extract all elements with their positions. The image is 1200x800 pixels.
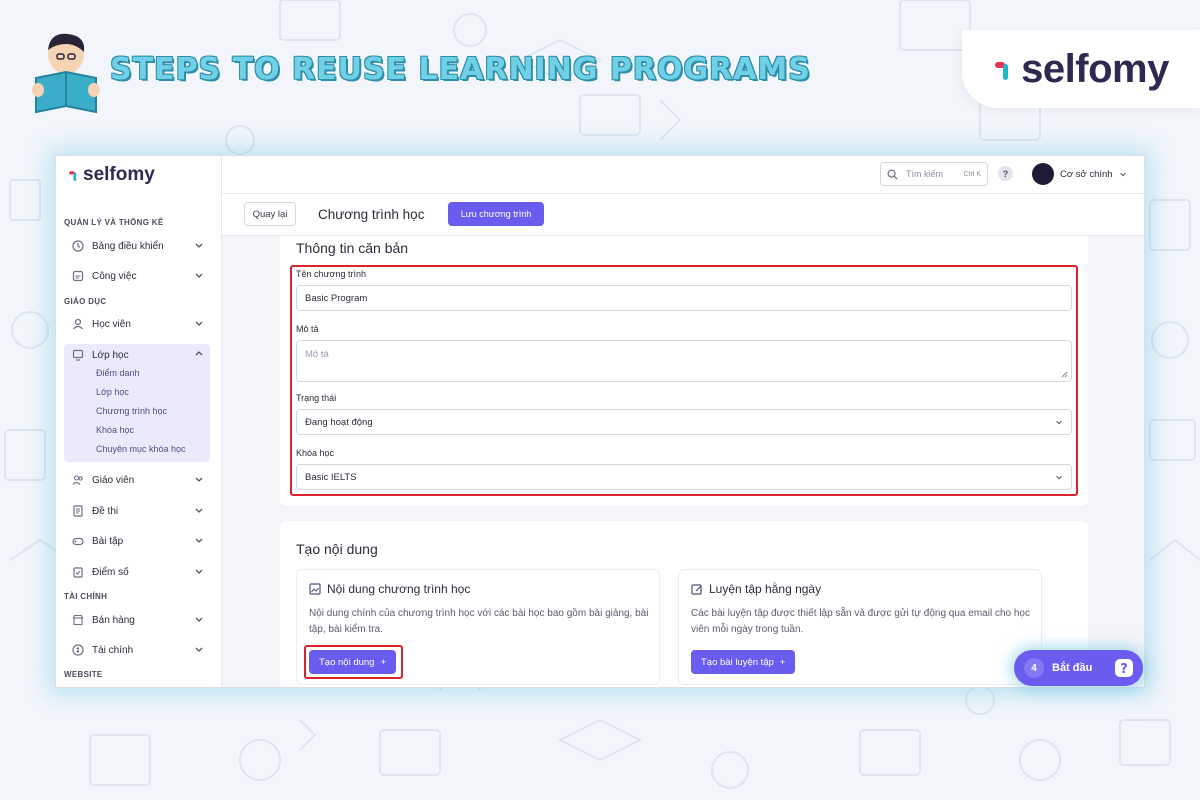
avatar xyxy=(1032,163,1054,185)
sidebar-section-management: QUẢN LÝ VÀ THỐNG KÊ xyxy=(64,218,164,227)
topbar: Tìm kiếm Ctrl K ? Cơ sở chính xyxy=(222,156,1144,194)
sidebar-item-students[interactable]: Học viên xyxy=(64,313,210,335)
sidebar-item-dashboard[interactable]: Bảng điều khiển xyxy=(64,235,210,257)
exam-document-icon xyxy=(71,505,84,518)
sidebar-item-label: Điểm số xyxy=(92,566,129,578)
sidebar-item-label: Bài tập xyxy=(92,535,124,547)
sidebar-item-tasks[interactable]: Công việc xyxy=(64,265,210,287)
sidebar-subitem-attendance[interactable]: Điểm danh xyxy=(96,368,140,378)
page-title: Chương trình học xyxy=(318,207,425,222)
sidebar-item-label: Tài chính xyxy=(92,644,134,656)
sidebar-item-scores[interactable]: Điểm số xyxy=(64,561,210,583)
search-placeholder: Tìm kiếm xyxy=(906,169,943,179)
sidebar-logo[interactable]: selfomy xyxy=(68,164,155,186)
basic-info-card: Thông tin căn bản Tên chương trình Basic… xyxy=(280,236,1088,506)
sidebar-item-exercises[interactable]: Bài tập xyxy=(64,530,210,552)
create-content-card: Tạo nội dung Nội dung chương trình học N… xyxy=(280,521,1088,687)
store-icon xyxy=(71,614,84,627)
action-bar: Quay lại Chương trình học Lưu chương trì… xyxy=(222,194,1144,236)
gamepad-icon xyxy=(71,535,84,548)
sidebar-item-classes[interactable]: Lớp học xyxy=(64,344,210,366)
sidebar-item-teachers[interactable]: Giáo viên xyxy=(64,469,210,491)
chevron-up-icon xyxy=(195,351,203,356)
chevron-down-icon xyxy=(1119,172,1126,177)
daily-practice-heading: Luyện tập hằng ngày xyxy=(691,582,821,596)
brand-badge: selfomy xyxy=(962,30,1200,108)
mascot-reading-book-icon xyxy=(32,33,100,114)
clock-icon xyxy=(71,240,84,253)
search-icon xyxy=(887,169,898,180)
sidebar-item-label: Giáo viên xyxy=(92,474,135,486)
sidebar-subitem-course-categories[interactable]: Chuyên mục khóa học xyxy=(96,444,186,454)
app-window: selfomy QUẢN LÝ VÀ THỐNG KÊ Bảng điều kh… xyxy=(55,155,1145,688)
daily-practice-card: Luyện tập hằng ngày Các bài luyện tập đư… xyxy=(678,569,1042,685)
student-icon xyxy=(71,318,84,331)
task-list-icon xyxy=(71,270,84,283)
help-chat-icon: ? xyxy=(1115,659,1133,677)
sidebar-item-label: Công việc xyxy=(92,270,137,282)
start-label: Bắt đầu xyxy=(1052,662,1093,674)
chevron-down-icon xyxy=(195,477,203,482)
classroom-icon xyxy=(71,349,84,362)
sidebar-subitem-courses[interactable]: Khóa học xyxy=(96,425,134,435)
sidebar-section-website: WEBSITE xyxy=(64,670,103,679)
coin-icon xyxy=(71,644,84,657)
daily-practice-title: Luyện tập hằng ngày xyxy=(709,582,822,596)
chevron-down-icon xyxy=(195,647,203,652)
basic-info-title: Thông tin căn bản xyxy=(296,240,409,256)
sidebar-item-label: Lớp học xyxy=(92,349,129,361)
sidebar-item-label: Bán hàng xyxy=(92,614,135,626)
banner-title: STEPS TO REUSE LEARNING PROGRAMS xyxy=(110,52,811,87)
sidebar-section-education: GIÁO DỤC xyxy=(64,297,107,306)
daily-practice-description: Các bài luyện tập được thiết lập sẵn và … xyxy=(691,608,1030,635)
highlight-box-create-content xyxy=(304,645,403,679)
search-input[interactable]: Tìm kiếm Ctrl K xyxy=(880,162,988,186)
chevron-down-icon xyxy=(195,321,203,326)
step-count-badge: 4 xyxy=(1024,658,1044,678)
program-content-card: Nội dung chương trình học Nội dung chính… xyxy=(296,569,660,685)
create-practice-button[interactable]: Tạo bài luyện tập + xyxy=(691,650,796,674)
branch-name: Cơ sở chính xyxy=(1060,168,1113,180)
sidebar-subitem-classes[interactable]: Lớp học xyxy=(96,387,129,397)
highlight-box-form xyxy=(290,265,1078,496)
sidebar-section-finance: TÀI CHÍNH xyxy=(64,592,108,601)
svg-text:?: ? xyxy=(1120,662,1128,677)
sidebar-logo-text: selfomy xyxy=(83,164,155,185)
teacher-icon xyxy=(71,474,84,487)
program-content-title: Nội dung chương trình học xyxy=(327,582,471,596)
edit-note-icon xyxy=(691,584,702,595)
selfomy-logo-icon xyxy=(995,62,1009,80)
brand-name: selfomy xyxy=(1021,46,1169,91)
program-content-description: Nội dung chính của chương trình học với … xyxy=(309,608,649,635)
save-program-button[interactable]: Lưu chương trình xyxy=(448,202,544,226)
chevron-down-icon xyxy=(195,508,203,513)
clipboard-check-icon xyxy=(71,566,84,579)
chevron-down-icon xyxy=(195,617,203,622)
image-icon xyxy=(309,583,321,595)
main-content: Thông tin căn bản Tên chương trình Basic… xyxy=(222,236,1144,687)
search-shortcut: Ctrl K xyxy=(963,170,982,178)
sidebar: selfomy QUẢN LÝ VÀ THỐNG KÊ Bảng điều kh… xyxy=(56,156,222,687)
chevron-down-icon xyxy=(195,273,203,278)
create-content-title: Tạo nội dung xyxy=(296,541,378,557)
sidebar-item-finance[interactable]: Tài chính xyxy=(64,639,210,661)
program-content-heading: Nội dung chương trình học xyxy=(309,582,470,596)
plus-icon: + xyxy=(779,656,786,668)
branch-selector[interactable]: Cơ sở chính xyxy=(1032,163,1127,185)
sidebar-item-label: Đề thi xyxy=(92,505,119,517)
sidebar-item-label: Bảng điều khiển xyxy=(92,240,164,252)
sidebar-item-label: Học viên xyxy=(92,318,131,330)
chevron-down-icon xyxy=(195,569,203,574)
start-guide-button[interactable]: 4 Bắt đầu ? xyxy=(1014,650,1143,686)
sidebar-item-exams[interactable]: Đề thi xyxy=(64,500,210,522)
create-practice-button-label: Tạo bài luyện tập xyxy=(701,656,774,668)
sidebar-subitem-programs[interactable]: Chương trình học xyxy=(96,406,167,416)
selfomy-logo-icon xyxy=(69,171,77,181)
back-button[interactable]: Quay lại xyxy=(244,202,296,226)
sidebar-item-sales[interactable]: Bán hàng xyxy=(64,609,210,631)
chevron-down-icon xyxy=(195,538,203,543)
help-button[interactable]: ? xyxy=(998,166,1013,181)
chevron-down-icon xyxy=(195,243,203,248)
